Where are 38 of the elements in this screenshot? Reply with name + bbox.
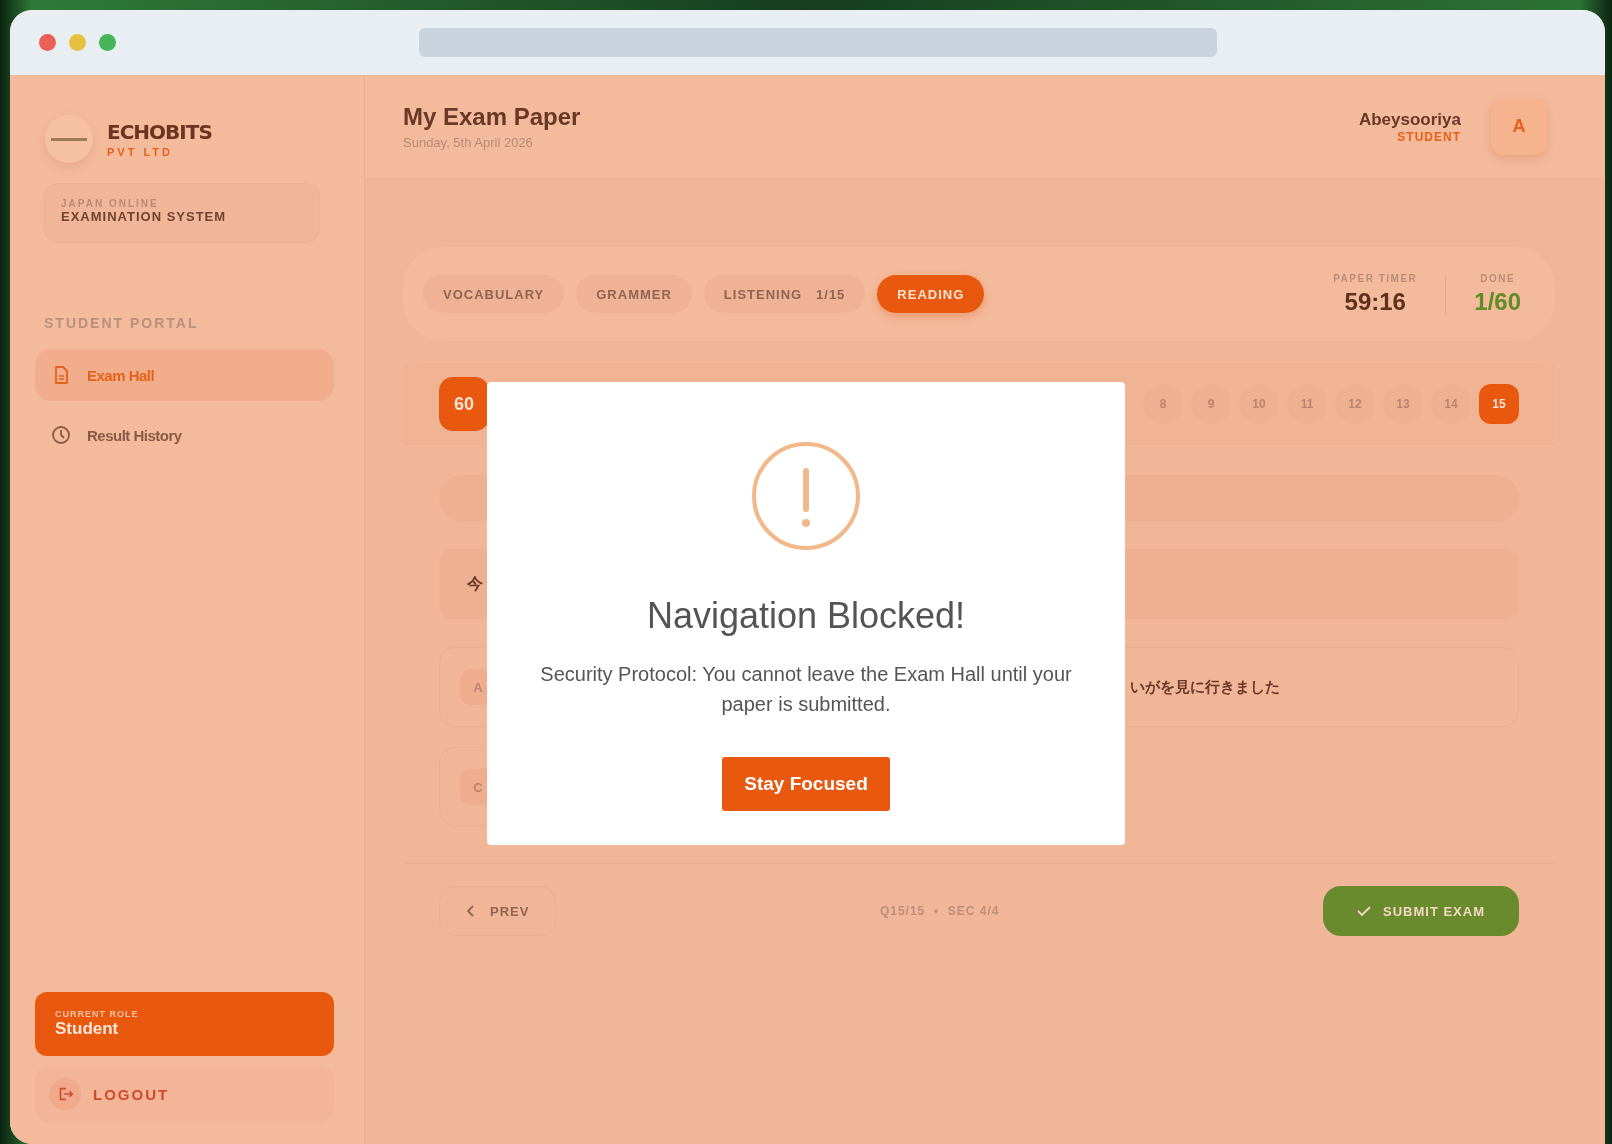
done-label: DONE <box>1480 272 1516 284</box>
system-label: JAPAN ONLINE <box>61 198 160 209</box>
maximize-dot-icon[interactable] <box>99 34 116 51</box>
chevron-left-icon <box>466 904 476 918</box>
section-tab[interactable]: LISTENING 1/15 <box>703 275 866 313</box>
section-tab[interactable]: GRAMMER <box>576 275 692 313</box>
submit-button[interactable]: SUBMIT EXAM <box>1323 886 1519 936</box>
question-number[interactable]: 15 <box>1479 384 1519 424</box>
warning-icon <box>751 441 861 551</box>
logout-button[interactable]: LOGOUT <box>35 1066 334 1122</box>
prev-button[interactable]: PREV <box>439 886 557 936</box>
timer-value: 59:16 <box>1344 287 1406 316</box>
logo-icon <box>45 115 93 163</box>
section-tab[interactable]: READING <box>877 275 985 313</box>
brand-subtitle: PVT LTD <box>107 146 174 158</box>
section-heading: STUDENT PORTAL <box>44 315 200 331</box>
brand-name: ECHOBITS <box>107 120 212 144</box>
page-title: My Exam Paper <box>403 103 581 131</box>
question-total-badge: 60 <box>439 377 489 431</box>
role-value: Student <box>55 1019 120 1039</box>
user-name: Abeysooriya <box>1358 109 1461 130</box>
nav-item[interactable]: Result History <box>35 409 334 461</box>
nav-item[interactable]: Exam Hall <box>35 349 334 401</box>
question-text: 今 <box>467 573 483 595</box>
clock-icon <box>51 425 71 445</box>
close-dot-icon[interactable] <box>39 34 56 51</box>
system-name: EXAMINATION SYSTEM <box>61 209 228 224</box>
done-value: 1/60 <box>1474 287 1521 316</box>
minimize-dot-icon[interactable] <box>69 34 86 51</box>
page-date: Sunday, 5th April 2026 <box>403 135 534 150</box>
user-role: STUDENT <box>1397 129 1461 144</box>
stay-focused-button[interactable]: Stay Focused <box>722 757 890 811</box>
timer-label: PAPER TIMER <box>1333 272 1418 284</box>
avatar[interactable]: A <box>1491 98 1547 155</box>
section-tab[interactable]: VOCABULARY <box>423 275 565 313</box>
dialog-title: Navigation Blocked! <box>646 595 966 637</box>
check-icon <box>1357 905 1371 917</box>
role-label: CURRENT ROLE <box>55 1009 140 1019</box>
